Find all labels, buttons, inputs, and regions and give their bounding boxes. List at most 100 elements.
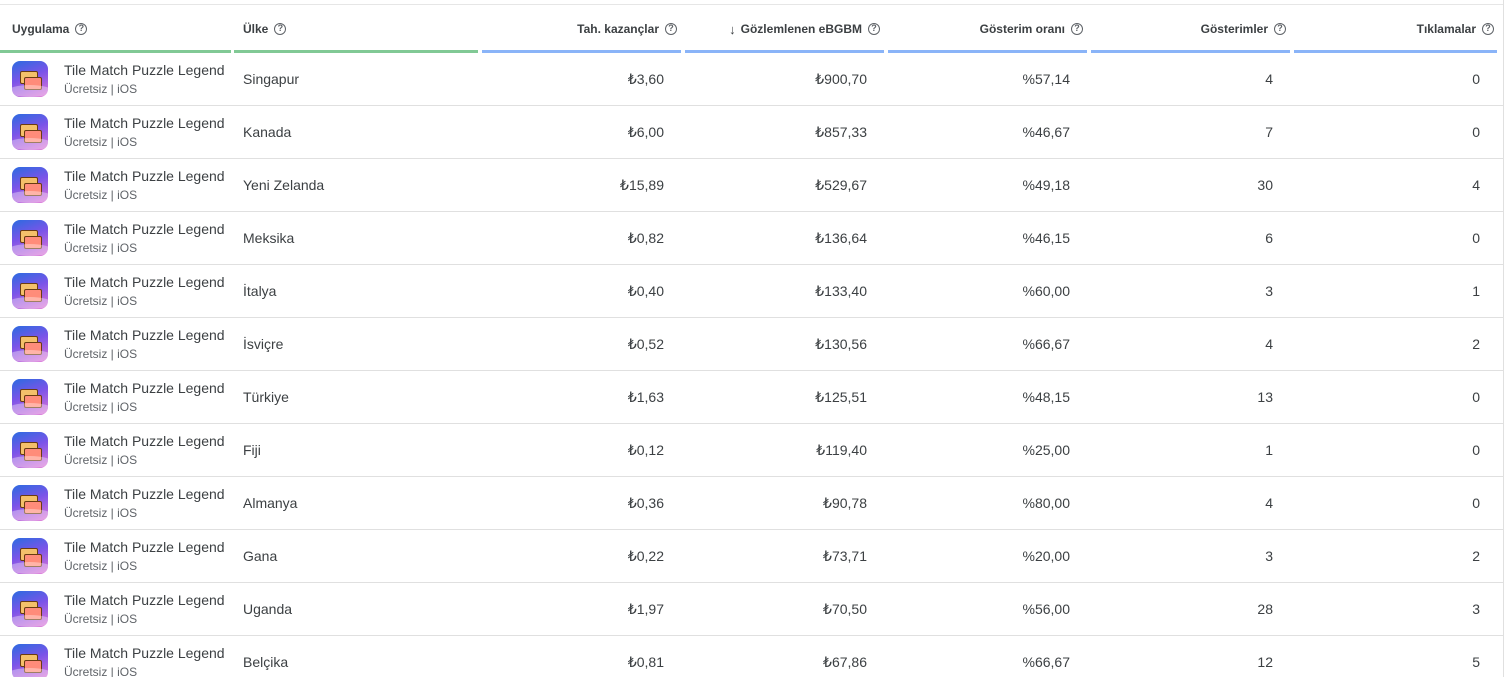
rate-cell: %46,15 bbox=[1022, 230, 1070, 246]
app-icon bbox=[12, 167, 48, 203]
help-icon[interactable]: ? bbox=[1071, 23, 1083, 35]
ecpm-cell: ₺136,64 bbox=[815, 230, 867, 246]
earnings-cell: ₺0,12 bbox=[627, 442, 664, 458]
impressions-cell: 12 bbox=[1257, 654, 1273, 670]
column-header-country-label: Ülke bbox=[243, 22, 269, 36]
app-name[interactable]: Tile Match Puzzle Legend bbox=[64, 486, 226, 502]
country-cell: İtalya bbox=[243, 283, 277, 299]
app-icon bbox=[12, 61, 48, 97]
impressions-cell: 3 bbox=[1265, 548, 1273, 564]
impressions-cell: 6 bbox=[1265, 230, 1273, 246]
app-name[interactable]: Tile Match Puzzle Legend bbox=[64, 539, 226, 555]
rate-cell: %25,00 bbox=[1022, 442, 1070, 458]
help-icon[interactable]: ? bbox=[1482, 23, 1494, 35]
app-meta: Ücretsiz | iOS bbox=[64, 347, 138, 361]
app-name[interactable]: Tile Match Puzzle Legend bbox=[64, 592, 226, 608]
impressions-cell: 3 bbox=[1265, 283, 1273, 299]
table-row[interactable]: Tile Match Puzzle Legend Ücretsiz | iOS … bbox=[0, 530, 1503, 583]
column-header-rate-label: Gösterim oranı bbox=[979, 22, 1065, 36]
app-meta: Ücretsiz | iOS bbox=[64, 400, 138, 414]
app-name[interactable]: Tile Match Puzzle Legend bbox=[64, 221, 226, 237]
earnings-cell: ₺0,81 bbox=[627, 654, 664, 670]
table-row[interactable]: Tile Match Puzzle Legend Ücretsiz | iOS … bbox=[0, 265, 1503, 318]
help-icon[interactable]: ? bbox=[1274, 23, 1286, 35]
earnings-cell: ₺0,82 bbox=[627, 230, 664, 246]
column-header-rate[interactable]: Gösterim oranı ? bbox=[888, 5, 1087, 53]
table-row[interactable]: Tile Match Puzzle Legend Ücretsiz | iOS … bbox=[0, 318, 1503, 371]
earnings-cell: ₺0,22 bbox=[627, 548, 664, 564]
app-meta: Ücretsiz | iOS bbox=[64, 506, 138, 520]
table-row[interactable]: Tile Match Puzzle Legend Ücretsiz | iOS … bbox=[0, 53, 1503, 106]
rate-cell: %49,18 bbox=[1022, 177, 1070, 193]
earnings-cell: ₺0,52 bbox=[627, 336, 664, 352]
column-header-impressions[interactable]: Gösterimler ? bbox=[1091, 5, 1290, 53]
ecpm-cell: ₺119,40 bbox=[816, 442, 867, 458]
earnings-cell: ₺1,63 bbox=[627, 389, 664, 405]
help-icon[interactable]: ? bbox=[868, 23, 880, 35]
rate-cell: %48,15 bbox=[1022, 389, 1070, 405]
app-name[interactable]: Tile Match Puzzle Legend bbox=[64, 274, 226, 290]
column-header-ecpm[interactable]: ↓ Gözlemlenen eBGBM ? bbox=[685, 5, 884, 53]
clicks-cell: 1 bbox=[1472, 283, 1480, 299]
country-cell: Gana bbox=[243, 548, 278, 564]
country-cell: Almanya bbox=[243, 495, 298, 511]
ecpm-cell: ₺900,70 bbox=[815, 71, 867, 87]
earnings-cell: ₺6,00 bbox=[627, 124, 664, 140]
column-header-clicks-label: Tıklamalar bbox=[1416, 22, 1476, 36]
app-name[interactable]: Tile Match Puzzle Legend bbox=[64, 115, 226, 131]
column-header-app[interactable]: Uygulama ? bbox=[0, 5, 231, 53]
table-row[interactable]: Tile Match Puzzle Legend Ücretsiz | iOS … bbox=[0, 424, 1503, 477]
ecpm-cell: ₺529,67 bbox=[815, 177, 867, 193]
table-row[interactable]: Tile Match Puzzle Legend Ücretsiz | iOS … bbox=[0, 477, 1503, 530]
app-meta: Ücretsiz | iOS bbox=[64, 82, 138, 96]
table-row[interactable]: Tile Match Puzzle Legend Ücretsiz | iOS … bbox=[0, 636, 1503, 677]
help-icon[interactable]: ? bbox=[75, 23, 88, 35]
country-cell: Fiji bbox=[243, 442, 261, 458]
ecpm-cell: ₺90,78 bbox=[823, 495, 867, 511]
ecpm-cell: ₺130,56 bbox=[815, 336, 867, 352]
app-name[interactable]: Tile Match Puzzle Legend bbox=[64, 62, 226, 78]
app-name[interactable]: Tile Match Puzzle Legend bbox=[64, 327, 226, 343]
clicks-cell: 2 bbox=[1472, 336, 1480, 352]
table-row[interactable]: Tile Match Puzzle Legend Ücretsiz | iOS … bbox=[0, 212, 1503, 265]
table-row[interactable]: Tile Match Puzzle Legend Ücretsiz | iOS … bbox=[0, 159, 1503, 212]
clicks-cell: 4 bbox=[1472, 177, 1480, 193]
report-table: Uygulama ? Ülke ? Tah. kazançlar ? ↓ Göz… bbox=[0, 0, 1504, 677]
app-icon bbox=[12, 644, 48, 677]
table-row[interactable]: Tile Match Puzzle Legend Ücretsiz | iOS … bbox=[0, 371, 1503, 424]
app-icon bbox=[12, 220, 48, 256]
app-name[interactable]: Tile Match Puzzle Legend bbox=[64, 433, 226, 449]
country-cell: Uganda bbox=[243, 601, 293, 617]
clicks-cell: 5 bbox=[1472, 654, 1480, 670]
app-icon bbox=[12, 273, 48, 309]
impressions-cell: 4 bbox=[1265, 336, 1273, 352]
app-meta: Ücretsiz | iOS bbox=[64, 612, 138, 626]
clicks-cell: 3 bbox=[1472, 601, 1480, 617]
clicks-cell: 0 bbox=[1472, 495, 1480, 511]
help-icon[interactable]: ? bbox=[665, 23, 677, 35]
column-header-clicks[interactable]: Tıklamalar ? bbox=[1294, 5, 1497, 53]
app-icon bbox=[12, 485, 48, 521]
column-header-app-label: Uygulama bbox=[12, 22, 70, 36]
app-meta: Ücretsiz | iOS bbox=[64, 559, 138, 573]
clicks-cell: 0 bbox=[1472, 442, 1480, 458]
country-cell: İsviçre bbox=[243, 336, 284, 352]
table-row[interactable]: Tile Match Puzzle Legend Ücretsiz | iOS … bbox=[0, 106, 1503, 159]
clicks-cell: 2 bbox=[1472, 548, 1480, 564]
app-meta: Ücretsiz | iOS bbox=[64, 665, 138, 677]
column-header-country[interactable]: Ülke ? bbox=[234, 5, 478, 53]
country-cell: Singapur bbox=[243, 71, 300, 87]
help-icon[interactable]: ? bbox=[274, 23, 287, 35]
country-cell: Meksika bbox=[243, 230, 295, 246]
app-icon bbox=[12, 432, 48, 468]
rate-cell: %56,00 bbox=[1022, 601, 1070, 617]
app-name[interactable]: Tile Match Puzzle Legend bbox=[64, 168, 226, 184]
ecpm-cell: ₺125,51 bbox=[815, 389, 867, 405]
impressions-cell: 1 bbox=[1265, 442, 1273, 458]
sort-descending-icon[interactable]: ↓ bbox=[729, 22, 736, 37]
column-header-earnings[interactable]: Tah. kazançlar ? bbox=[482, 5, 681, 53]
app-name[interactable]: Tile Match Puzzle Legend bbox=[64, 645, 226, 661]
app-name[interactable]: Tile Match Puzzle Legend bbox=[64, 380, 226, 396]
country-cell: Türkiye bbox=[243, 389, 289, 405]
table-row[interactable]: Tile Match Puzzle Legend Ücretsiz | iOS … bbox=[0, 583, 1503, 636]
